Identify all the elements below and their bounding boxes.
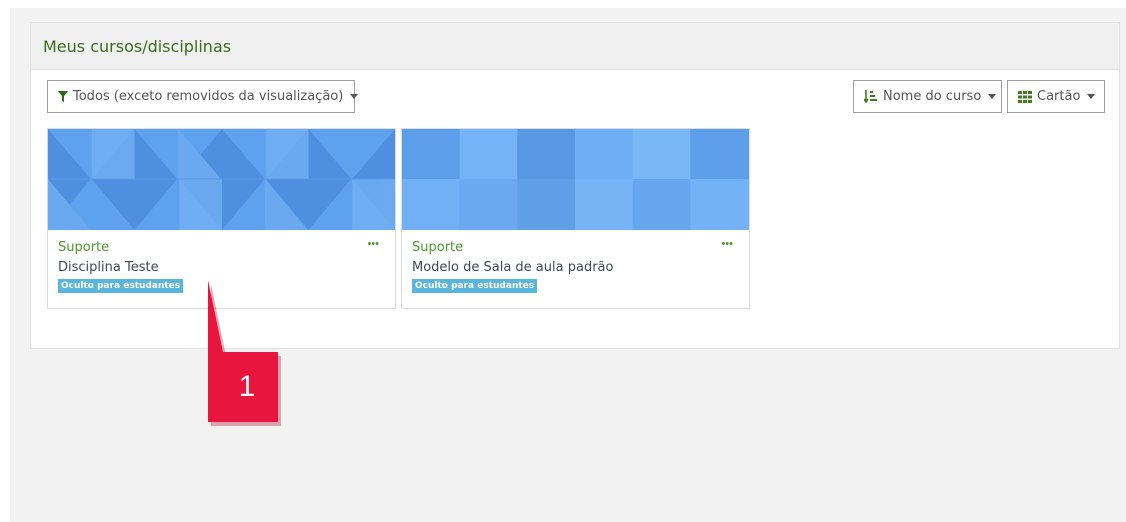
course-image[interactable] (402, 129, 749, 230)
chevron-down-icon (350, 94, 359, 99)
view-label: Cartão (1037, 89, 1081, 104)
course-category: Suporte (412, 240, 464, 255)
card-body: Suporte ••• Modelo de Sala de aula padrã… (402, 230, 749, 293)
filter-icon (58, 91, 68, 102)
sort-icon (864, 89, 878, 104)
sort-label: Nome do curso (883, 89, 982, 104)
my-courses-block: Meus cursos/disciplinas Todos (exceto re… (30, 22, 1120, 349)
annotation-callout (208, 280, 281, 426)
course-category: Suporte (58, 240, 110, 255)
course-name-link[interactable]: Modelo de Sala de aula padrão (412, 260, 749, 275)
course-card[interactable]: Suporte ••• Modelo de Sala de aula padrã… (401, 128, 750, 309)
block-header: Meus cursos/disciplinas (31, 23, 1119, 70)
grid-icon (1018, 90, 1032, 103)
more-options-icon[interactable]: ••• (367, 238, 379, 250)
block-title: Meus cursos/disciplinas (43, 37, 232, 56)
chevron-down-icon (988, 94, 997, 99)
hidden-badge: Oculto para estudantes (58, 279, 184, 293)
top-strip (10, 0, 1126, 8)
hidden-badge: Oculto para estudantes (412, 279, 538, 293)
filter-dropdown-button[interactable]: Todos (exceto removidos da visualização) (47, 80, 359, 113)
chevron-down-icon (1087, 94, 1096, 99)
more-options-icon[interactable]: ••• (721, 238, 733, 250)
course-image[interactable] (48, 129, 395, 230)
sort-dropdown-button[interactable]: Nome do curso (853, 80, 1002, 113)
filter-label: Todos (exceto removidos da visualização) (73, 89, 344, 104)
annotation-number: 1 (238, 370, 256, 403)
course-name-link[interactable]: Disciplina Teste (58, 260, 395, 275)
view-dropdown-button[interactable]: Cartão (1007, 80, 1105, 113)
